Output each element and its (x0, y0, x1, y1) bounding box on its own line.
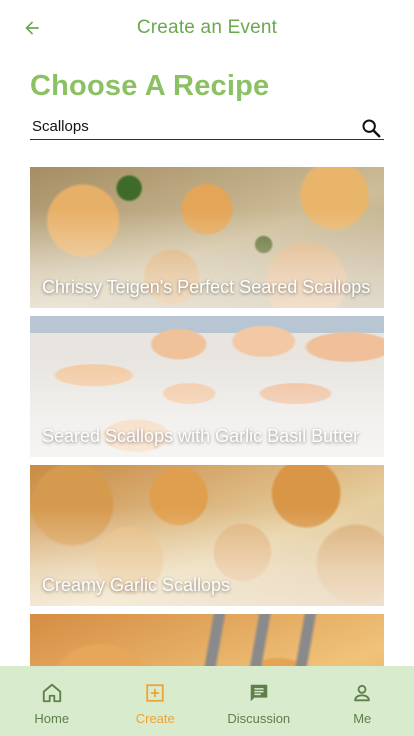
search-input[interactable] (32, 116, 352, 136)
recipe-card[interactable] (30, 614, 384, 666)
recipe-list: Chrissy Teigen's Perfect Seared Scallops… (30, 167, 384, 666)
nav-label: Discussion (227, 711, 291, 726)
arrow-back-icon (25, 21, 39, 35)
nav-item-create[interactable]: Create (104, 666, 208, 736)
app-bar: Create an Event (0, 0, 414, 56)
nav-item-me[interactable]: Me (311, 666, 414, 736)
nav-item-discussion[interactable]: Discussion (207, 666, 311, 736)
add-box-icon (146, 684, 164, 702)
search-icon[interactable] (360, 117, 382, 139)
search-bar (30, 112, 384, 140)
app-title: Create an Event (136, 17, 278, 38)
page-heading: Choose A Recipe (30, 70, 270, 102)
person-icon (354, 684, 371, 702)
nav-item-home[interactable]: Home (0, 666, 104, 736)
nav-label: Create (135, 711, 175, 726)
recipe-title: Seared Scallops with Garlic Basil Butter (42, 426, 360, 446)
recipe-image (30, 614, 384, 666)
recipe-card[interactable]: Chrissy Teigen's Perfect Seared Scallops (30, 167, 384, 308)
chat-icon (250, 684, 267, 702)
recipe-card[interactable]: Creamy Garlic Scallops (30, 465, 384, 606)
nav-label: Me (353, 711, 372, 726)
nav-label: Home (34, 711, 70, 726)
back-button[interactable] (18, 14, 46, 42)
recipe-title: Creamy Garlic Scallops (42, 575, 231, 595)
recipe-title: Chrissy Teigen's Perfect Seared Scallops (42, 277, 371, 297)
bottom-navigation: Home Create Discussion Me (0, 666, 414, 736)
recipe-card[interactable]: Seared Scallops with Garlic Basil Butter (30, 316, 384, 457)
home-icon (42, 683, 61, 703)
